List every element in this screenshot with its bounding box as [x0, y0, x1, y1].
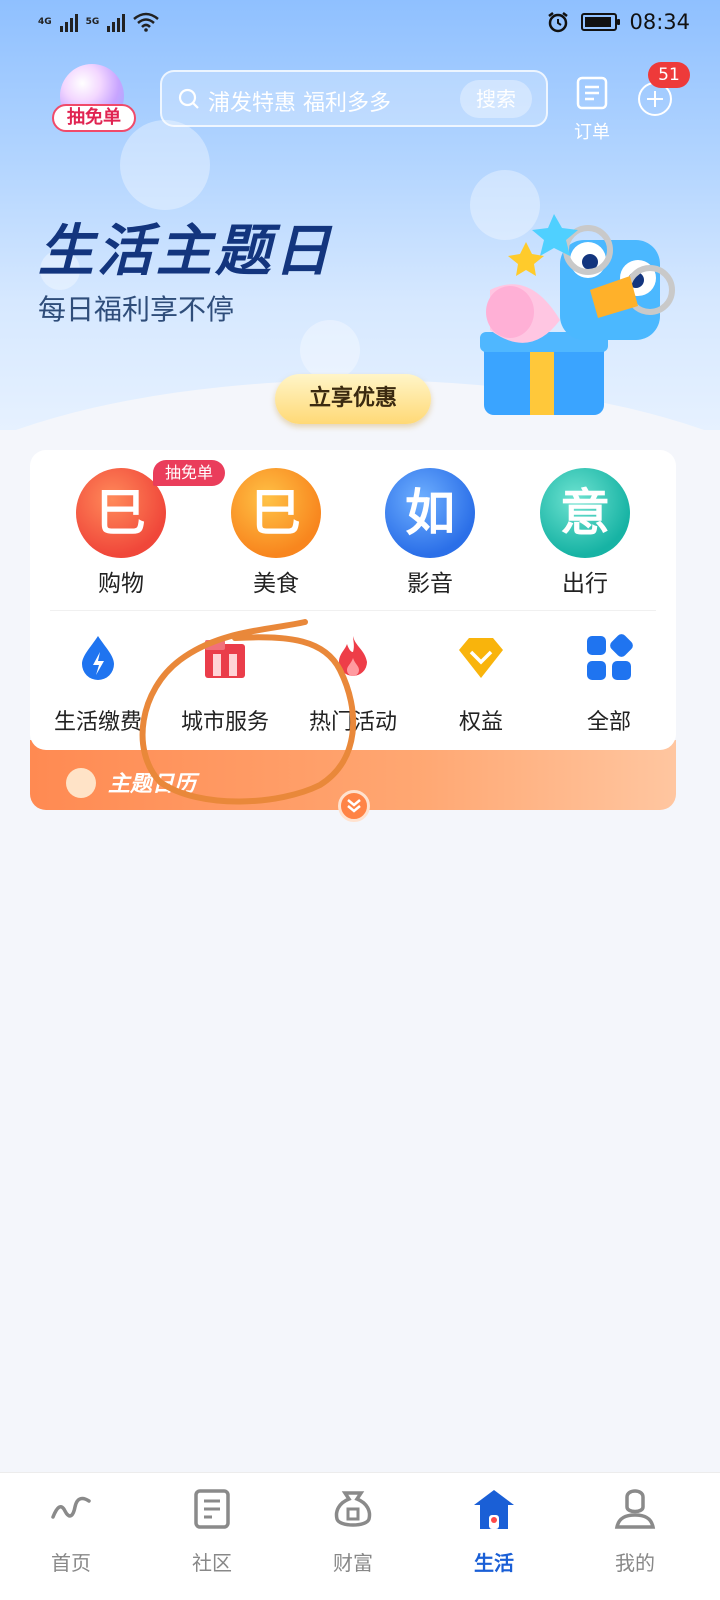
nav-wealth[interactable]: 财富: [303, 1487, 403, 1576]
grid-all-icon: [587, 634, 633, 680]
nav-label: 首页: [51, 1551, 91, 1575]
search-button[interactable]: 搜索: [460, 80, 532, 118]
network-type-1: 4G: [38, 16, 52, 27]
order-list-icon: [576, 76, 608, 110]
service-label: 全部: [586, 710, 631, 735]
service-travel[interactable]: 意 出行: [525, 462, 645, 602]
alarm-icon: [548, 12, 569, 33]
service-label: 城市服务: [180, 710, 269, 735]
nav-home[interactable]: 首页: [21, 1487, 121, 1576]
order-label: 订单: [574, 122, 610, 143]
double-chevron-down-icon: [347, 799, 361, 813]
notification-badge: 51: [648, 62, 690, 88]
lottery-tag: 抽免单: [153, 460, 225, 486]
nav-label: 财富: [333, 1551, 373, 1575]
hero-subtitle: 每日福利享不停: [38, 293, 235, 326]
service-media[interactable]: 如 影音: [370, 462, 490, 602]
theme-calendar-label: 主题日历: [108, 772, 197, 797]
service-label: 权益: [458, 710, 503, 735]
nav-community[interactable]: 社区: [162, 1487, 262, 1576]
order-button[interactable]: 订单: [570, 76, 614, 143]
signal-icon: [59, 12, 78, 32]
water-drop-icon: [82, 636, 114, 680]
search-icon: [178, 88, 199, 109]
nav-label: 我的: [615, 1551, 655, 1575]
search-bar[interactable]: 浦发特惠 福利多多 搜索: [160, 70, 548, 127]
status-time: 08:34: [629, 10, 690, 34]
wifi-icon: [133, 12, 160, 32]
service-label: 生活缴费: [53, 710, 142, 735]
home-wave-icon: [51, 1496, 91, 1519]
nav-label: 社区: [192, 1551, 232, 1575]
service-label: 热门活动: [308, 710, 397, 735]
service-label: 影音: [407, 571, 453, 597]
network-type-2: 5G: [85, 16, 100, 27]
gift-mascot-illustration: [480, 214, 675, 415]
main-services-row: 巳 抽免单 购物 巳 美食 如 影音 意 出行: [30, 460, 676, 602]
wealth-bag-icon: [334, 1491, 372, 1527]
nav-mine[interactable]: 我的: [585, 1487, 685, 1576]
profile-icon: [614, 1489, 656, 1529]
service-label: 美食: [253, 571, 299, 597]
expand-calendar-button[interactable]: [338, 790, 370, 822]
battery-icon: [581, 13, 621, 31]
service-label: 购物: [98, 571, 144, 597]
media-play-icon: 如: [385, 468, 475, 558]
status-bar: 4G 5G 08:34: [0, 0, 720, 48]
service-bill-pay[interactable]: 生活缴费: [48, 632, 148, 736]
service-shopping[interactable]: 巳 抽免单 购物: [61, 460, 225, 602]
food-icon: 巳: [231, 468, 321, 558]
service-label: 出行: [562, 571, 608, 597]
service-all[interactable]: 全部: [568, 632, 650, 736]
house-icon: [474, 1490, 514, 1529]
service-city[interactable]: 城市服务: [175, 632, 275, 736]
city-building-icon: [205, 640, 245, 678]
bottom-nav: 首页 社区 财富 生活 我的: [0, 1472, 720, 1600]
free-order-avatar[interactable]: 抽免单: [52, 64, 138, 136]
signal-icon: [107, 12, 126, 32]
flame-icon: [339, 636, 367, 676]
service-benefits[interactable]: 权益: [440, 632, 522, 736]
divider: [50, 610, 656, 611]
diamond-icon: [459, 638, 503, 678]
search-input[interactable]: 浦发特惠 福利多多: [208, 85, 391, 117]
service-food[interactable]: 巳 美食: [216, 462, 336, 602]
service-hot-events[interactable]: 热门活动: [303, 632, 403, 736]
travel-icon: 意: [540, 468, 630, 558]
nav-life[interactable]: 生活: [444, 1487, 544, 1576]
community-icon: [194, 1489, 230, 1529]
gift-box-icon: [66, 768, 96, 798]
avatar-badge: 抽免单: [52, 104, 136, 132]
hero-title: 生活主题日: [38, 219, 333, 284]
nav-label: 生活: [474, 1551, 514, 1575]
claim-offer-button[interactable]: 立享优惠: [275, 374, 431, 424]
